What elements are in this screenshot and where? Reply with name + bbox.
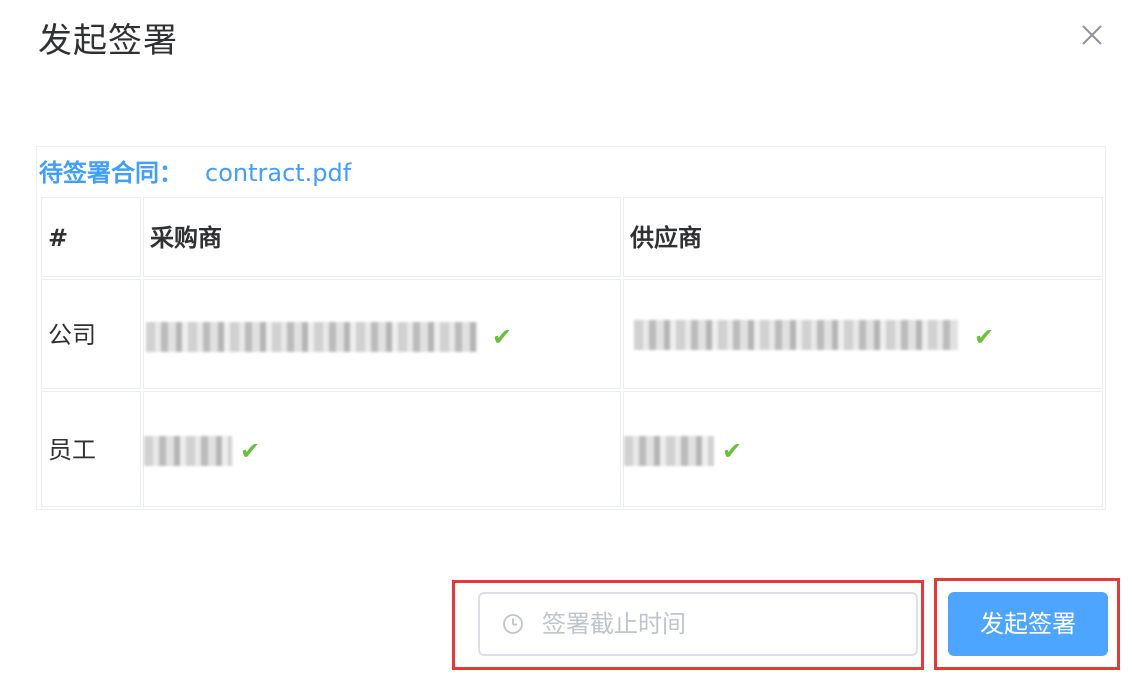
check-icon: ✔: [722, 437, 743, 465]
contract-label: 待签署合同：: [39, 159, 183, 187]
redacted-employee-name: [624, 436, 714, 466]
purchaser-company-cell: ✔: [143, 279, 621, 389]
check-icon: ✔: [240, 437, 261, 465]
purchaser-employee-cell: ✔: [143, 391, 621, 507]
contract-file-link[interactable]: contract.pdf: [205, 159, 351, 187]
supplier-employee-cell: ✔: [623, 391, 1103, 507]
contract-signers-panel: 待签署合同： contract.pdf # 采购商 供应商 公司 ✔ ✔ 员工 ✔…: [36, 146, 1106, 510]
check-icon: ✔: [974, 323, 995, 351]
supplier-company-cell: ✔: [623, 279, 1103, 389]
table-header-supplier: 供应商: [623, 197, 1103, 277]
row-label-company: 公司: [41, 279, 141, 389]
check-icon: ✔: [492, 323, 513, 351]
redacted-company-name: [146, 322, 478, 352]
redacted-employee-name: [144, 436, 232, 466]
table-header-purchaser: 采购商: [143, 197, 621, 277]
initiate-signing-button[interactable]: 发起签署: [948, 592, 1108, 656]
row-label-employee: 员工: [41, 391, 141, 507]
close-icon[interactable]: [1078, 21, 1106, 49]
redacted-company-name: [634, 320, 958, 350]
table-header-index: #: [41, 197, 141, 277]
initiate-signing-dialog: 发起签署 待签署合同： contract.pdf # 采购商 供应商 公司 ✔ ✔…: [0, 0, 1134, 682]
deadline-date-picker[interactable]: 签署截止时间: [478, 592, 918, 656]
deadline-placeholder: 签署截止时间: [542, 610, 686, 638]
dialog-title: 发起签署: [38, 21, 178, 61]
clock-icon: [503, 614, 523, 634]
contract-header: 待签署合同： contract.pdf: [39, 157, 351, 189]
